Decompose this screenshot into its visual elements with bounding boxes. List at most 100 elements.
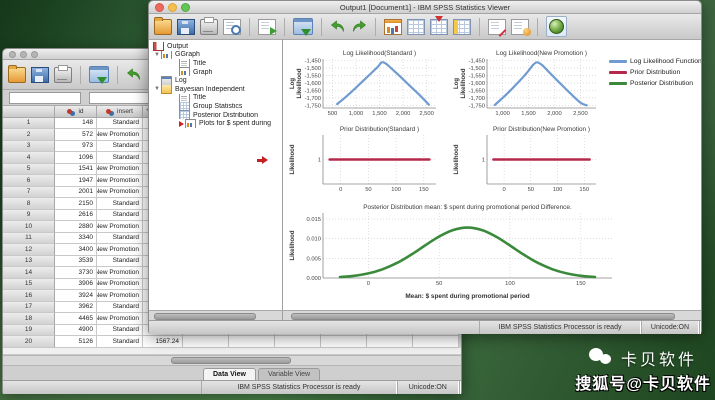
data-cell[interactable]: New Promotion	[97, 186, 143, 198]
data-cell[interactable]: New Promotion	[97, 267, 143, 279]
data-cell[interactable]: 148	[55, 117, 97, 129]
data-cell[interactable]: New Promotion	[97, 244, 143, 256]
data-cell[interactable]: Standard	[97, 209, 143, 221]
row-number[interactable]: 2	[3, 129, 55, 141]
data-cell[interactable]: 3539	[55, 255, 97, 267]
row-number[interactable]: 15	[3, 278, 55, 290]
chart-posterior-distribution[interactable]: 0 50 100 150 0.000 0.005 0.010 0.015 Posterior D…	[289, 202, 619, 302]
chart-prior-distribution-standard[interactable]: 0 50 100 150 1 Prior Distribution(Standard ) L…	[289, 124, 443, 196]
chart-prior-distribution-new-promotion[interactable]: 0 50 100 150 1 Prior Distribution(New Promoti…	[453, 124, 603, 196]
save-icon[interactable]	[177, 18, 195, 35]
data-cell[interactable]: 2150	[55, 198, 97, 210]
data-cell[interactable]	[321, 336, 367, 348]
tab-variable-view[interactable]: Variable View	[257, 367, 321, 380]
data-hscrollbar[interactable]	[3, 354, 461, 366]
data-cell[interactable]: 3400	[55, 244, 97, 256]
data-cell[interactable]: 1096	[55, 152, 97, 164]
chart-log-likelihood-new-promotion[interactable]: 1,000 1,500 2,000 2,500 -1,450 -1,500 -1,550 -1…	[453, 48, 603, 120]
edit-output-icon[interactable]	[511, 18, 531, 36]
data-cell[interactable]: 1567.24	[143, 336, 183, 348]
cell-reference-input[interactable]	[9, 91, 81, 104]
tab-data-view[interactable]: Data View	[203, 367, 256, 380]
data-cell[interactable]	[229, 336, 275, 348]
outline-item-title[interactable]: Title	[149, 93, 282, 103]
row-number[interactable]: 11	[3, 232, 55, 244]
data-cell[interactable]: New Promotion	[97, 175, 143, 187]
data-cell[interactable]: 4465	[55, 313, 97, 325]
data-cell[interactable]	[367, 336, 413, 348]
row-number[interactable]: 14	[3, 267, 55, 279]
row-number[interactable]: 4	[3, 152, 55, 164]
row-number[interactable]: 10	[3, 221, 55, 233]
data-cell[interactable]: 5126	[55, 336, 97, 348]
outline-item-title[interactable]: Title	[149, 59, 282, 68]
data-cell[interactable]: 3924	[55, 290, 97, 302]
row-number[interactable]: 13	[3, 255, 55, 267]
data-cell[interactable]: 2001	[55, 186, 97, 198]
content-hscrollbar[interactable]	[283, 311, 701, 320]
redo-icon[interactable]	[351, 19, 367, 34]
row-number[interactable]: 5	[3, 163, 55, 175]
row-number[interactable]: 9	[3, 209, 55, 221]
data-cell[interactable]: New Promotion	[97, 163, 143, 175]
viewer-titlebar[interactable]: Output1 [Document1] - IBM SPSS Statistic…	[149, 1, 701, 14]
row-number[interactable]: 6	[3, 175, 55, 187]
data-cell[interactable]: Standard	[97, 198, 143, 210]
goto-data-icon[interactable]	[293, 18, 313, 36]
data-hscrollbar-thumb[interactable]	[171, 357, 291, 364]
data-cell[interactable]: Standard	[97, 232, 143, 244]
outline-item-ggraph[interactable]: ▼ GGraph	[149, 50, 282, 60]
data-cell[interactable]	[183, 336, 229, 348]
chart-icon[interactable]	[384, 18, 402, 35]
data-cell[interactable]: New Promotion	[97, 129, 143, 141]
data-cell[interactable]	[413, 336, 459, 348]
data-cell[interactable]: 2880	[55, 221, 97, 233]
row-number[interactable]: 7	[3, 186, 55, 198]
data-cell[interactable]: 4900	[55, 324, 97, 336]
data-cell[interactable]: Standard	[97, 152, 143, 164]
outline-item-bayesian-independent[interactable]: ▼ Bayesian Independent	[149, 84, 282, 94]
print-icon[interactable]	[54, 64, 72, 83]
undo-icon[interactable]	[330, 19, 346, 34]
outline-item-posterior-distribution[interactable]: Posterior Distribution	[149, 110, 282, 120]
chart-log-likelihood-standard[interactable]: 500 1,000 1,500 2,000 2,500 -1,450 -1,500 -1,55…	[289, 48, 443, 120]
row-number[interactable]: 18	[3, 313, 55, 325]
close-button[interactable]	[9, 50, 16, 58]
outline-hscrollbar-thumb[interactable]	[154, 312, 256, 320]
data-cell[interactable]: 3962	[55, 301, 97, 313]
table-icon[interactable]	[407, 18, 425, 35]
data-cell[interactable]: 3340	[55, 232, 97, 244]
zoom-button[interactable]	[31, 50, 38, 58]
insert-rows-icon[interactable]	[430, 15, 448, 35]
outline-hscrollbar[interactable]	[149, 311, 283, 320]
column-header-id[interactable]: id	[55, 106, 97, 118]
data-cell[interactable]: 2616	[55, 209, 97, 221]
data-cell[interactable]: New Promotion	[97, 221, 143, 233]
minimize-button[interactable]	[20, 50, 27, 58]
data-cell[interactable]: 572	[55, 129, 97, 141]
expand-arrow-icon[interactable]: ▼	[153, 51, 161, 59]
data-cell[interactable]: 3906	[55, 278, 97, 290]
data-cell[interactable]: Standard	[97, 117, 143, 129]
data-cell[interactable]: New Promotion	[97, 313, 143, 325]
show-tree-icon[interactable]	[549, 19, 564, 34]
data-cell[interactable]: Standard	[97, 140, 143, 152]
data-cell[interactable]: 1541	[55, 163, 97, 175]
expand-arrow-icon[interactable]: ▼	[153, 85, 161, 93]
row-number[interactable]: 20	[3, 336, 55, 348]
row-number[interactable]: 17	[3, 301, 55, 313]
save-icon[interactable]	[31, 66, 49, 83]
open-icon[interactable]	[154, 16, 172, 35]
outline-item-output[interactable]: Output	[149, 42, 282, 51]
data-cell[interactable]	[275, 336, 321, 348]
export-icon[interactable]	[258, 18, 277, 35]
data-cell[interactable]: New Promotion	[97, 278, 143, 290]
data-cell[interactable]: Standard	[97, 301, 143, 313]
data-cell[interactable]: Standard	[97, 324, 143, 336]
data-cell[interactable]: New Promotion	[97, 290, 143, 302]
print-icon[interactable]	[200, 16, 218, 35]
outline-item-plots-for-spent-during[interactable]: Plots for $ spent during	[149, 119, 282, 128]
row-number[interactable]: 12	[3, 244, 55, 256]
outline-item-log[interactable]: Log	[149, 76, 282, 85]
row-number[interactable]: 16	[3, 290, 55, 302]
